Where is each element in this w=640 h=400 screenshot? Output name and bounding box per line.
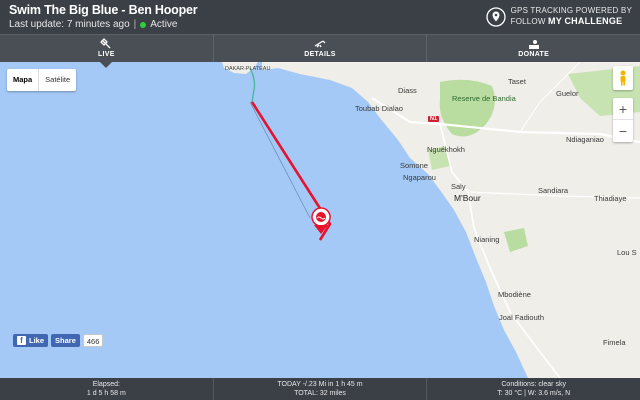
- planned-route-line: [249, 101, 311, 219]
- tab-donate-label: DONATE: [518, 51, 550, 58]
- satellite-icon: [100, 38, 111, 49]
- place-mbour: M'Bour: [454, 193, 481, 203]
- place-ndiaganiao: Ndiaganiao: [566, 135, 604, 144]
- place-saly: Saly: [451, 182, 466, 191]
- map-type-satellite-button[interactable]: Satélite: [39, 69, 76, 91]
- place-reserve-de-bandia: Reserve de Bandia: [452, 94, 516, 103]
- stats-footer: Elapsed: 1 d 5 h 58 m TODAY -/.23 Mi in …: [0, 378, 640, 400]
- today-distance: TODAY -/.23 Mi in 1 h 45 m: [277, 381, 363, 388]
- nav-tabs: LIVE DETAILS DONATE: [0, 34, 640, 68]
- brand-line1: GPS TRACKING POWERED BY: [510, 6, 632, 15]
- facebook-icon: f: [17, 336, 26, 345]
- place-lou-s: Lou S: [617, 248, 637, 257]
- weather-text: T: 30 °C | W: 3.6 m/s, N: [497, 390, 571, 397]
- brand-line2: FOLLOW MY CHALLENGE: [511, 16, 632, 27]
- status-text: Active: [150, 19, 178, 30]
- distance-cell: TODAY -/.23 Mi in 1 h 45 m TOTAL: 32 mil…: [214, 378, 428, 400]
- place-thiadiaye: Thiadiaye: [594, 194, 627, 203]
- elapsed-value: 1 d 5 h 58 m: [86, 390, 126, 397]
- place-guelor: Guelor: [556, 89, 579, 98]
- map-type-control: Mapa Satélite: [7, 69, 77, 91]
- zoom-in-button[interactable]: +: [613, 98, 633, 120]
- swim-track-green: [249, 67, 256, 103]
- elapsed-cell: Elapsed: 1 d 5 h 58 m: [0, 378, 214, 400]
- place-fimela: Fimela: [603, 338, 626, 347]
- zoom-control: + −: [613, 98, 633, 142]
- brand-logo[interactable]: GPS TRACKING POWERED BY FOLLOW MY CHALLE…: [485, 6, 632, 27]
- social-bar: f Like Share 466: [13, 334, 104, 347]
- place-sandiara: Sandiara: [538, 186, 569, 195]
- map-pin-icon: [485, 6, 506, 27]
- last-update-line: Last update: 7 minutes ago | Active: [9, 19, 177, 30]
- place-dakar: DAKAR-PLATEAU: [225, 66, 271, 72]
- last-update-text: Last update: 7 minutes ago: [9, 19, 130, 30]
- place-nianing: Nianing: [474, 235, 500, 244]
- conditions-text: Conditions: clear sky: [501, 381, 566, 388]
- facebook-share-button[interactable]: Share: [51, 334, 80, 347]
- tab-live-label: LIVE: [97, 51, 115, 58]
- header: Swim The Big Blue - Ben Hooper Last upda…: [0, 0, 640, 34]
- place-taset: Taset: [508, 77, 526, 86]
- facebook-like-button[interactable]: f Like: [13, 334, 49, 347]
- place-toubab-dialao: Toubab Dialao: [355, 104, 403, 113]
- elapsed-label: Elapsed:: [92, 381, 120, 388]
- map-canvas[interactable]: DAKAR-PLATEAU Diass Toubab Dialao Reserv…: [0, 62, 640, 378]
- tab-live[interactable]: LIVE: [0, 35, 214, 68]
- telescope-icon: [314, 40, 326, 48]
- page-title: Swim The Big Blue - Ben Hooper: [9, 3, 198, 17]
- separator: |: [133, 19, 137, 30]
- conditions-cell: Conditions: clear sky T: 30 °C | W: 3.6 …: [427, 378, 640, 400]
- road-shield-n1: N1: [428, 116, 440, 122]
- brand-challenge: MY CHALLENGE: [548, 16, 623, 26]
- tab-details[interactable]: DETAILS: [214, 35, 428, 62]
- tab-donate[interactable]: DONATE: [427, 35, 640, 62]
- share-count: 466: [82, 334, 104, 347]
- like-label: Like: [29, 336, 45, 345]
- brand-follow: FOLLOW: [510, 17, 546, 26]
- status-dot-icon: [140, 21, 147, 28]
- share-label: Share: [55, 336, 76, 345]
- pegman-icon[interactable]: [613, 66, 633, 90]
- place-joal-fadiouth: Joal Fadiouth: [499, 313, 545, 322]
- land-mass: [222, 62, 640, 378]
- pegman-figure-icon: [620, 70, 626, 86]
- place-ngaparou: Ngaparou: [403, 173, 436, 182]
- tab-details-label: DETAILS: [304, 51, 336, 58]
- map-type-map-button[interactable]: Mapa: [7, 69, 40, 91]
- zoom-out-button[interactable]: −: [613, 120, 633, 142]
- place-nguekhokh: Nguékhokh: [427, 145, 465, 154]
- brand-text: GPS TRACKING POWERED BY FOLLOW MY CHALLE…: [511, 6, 632, 27]
- place-mbodiene: Mbodiène: [498, 290, 531, 299]
- place-diass: Diass: [398, 86, 417, 95]
- donate-hand-icon: [528, 40, 539, 49]
- land-layer: [222, 62, 640, 378]
- place-somone: Somone: [400, 161, 428, 170]
- total-distance: TOTAL: 32 miles: [294, 390, 346, 397]
